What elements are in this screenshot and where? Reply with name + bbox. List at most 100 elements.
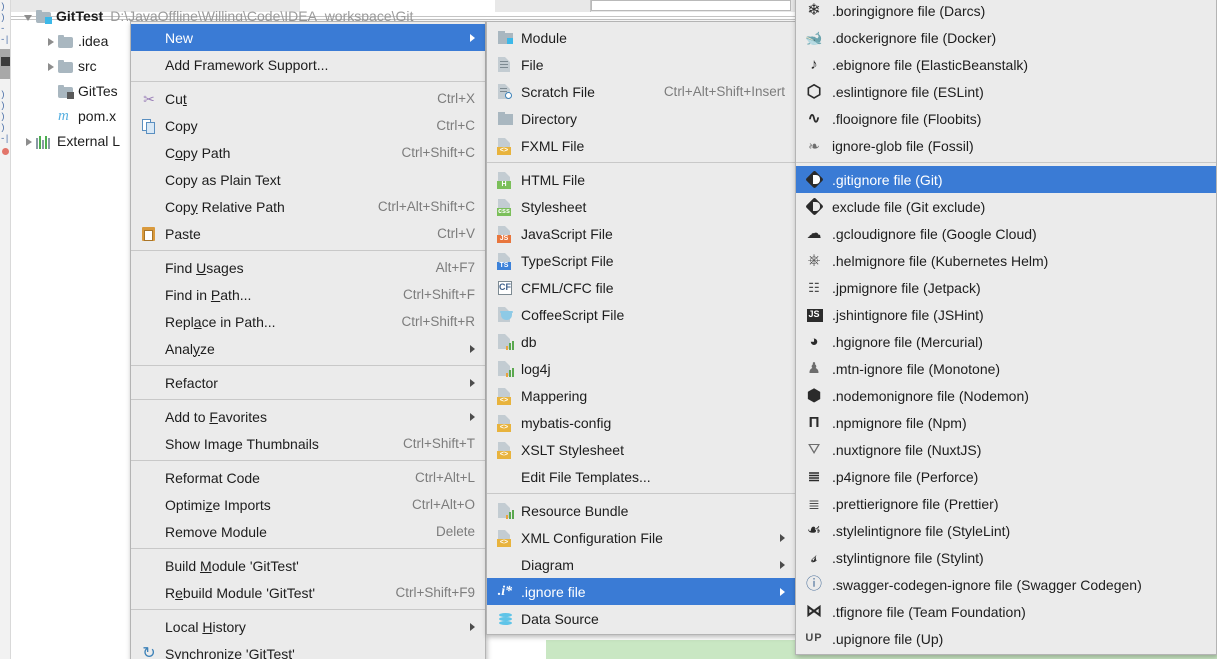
menu-item-shortcut: Ctrl+Alt+Shift+C	[377, 199, 475, 214]
menu-item-diagram[interactable]: Diagram	[487, 551, 795, 578]
menu-item-eslintignore-file-eslint[interactable]: ⬡ .eslintignore file (ESLint)	[796, 78, 1216, 105]
menu-item-synchronize-gittest[interactable]: ↻ Synchronize 'GitTest'	[131, 640, 485, 659]
menu-item-exclude-file-git-exclude[interactable]: exclude file (Git exclude)	[796, 193, 1216, 220]
submenu-arrow-icon	[470, 344, 475, 353]
menu-item-upignore-file-up[interactable]: UP .upignore file (Up)	[796, 625, 1216, 652]
menu-item-copy-path[interactable]: Copy Path Ctrl+Shift+C	[131, 139, 485, 166]
menu-item-find-usages[interactable]: Find Usages Alt+F7	[131, 254, 485, 281]
menu-item-remove-module[interactable]: Remove Module Delete	[131, 518, 485, 545]
menu-item-dockerignore-file-docker[interactable]: 🐋 .dockerignore file (Docker)	[796, 24, 1216, 51]
tree-twisty-open-icon[interactable]	[22, 10, 36, 24]
properties-file-icon	[495, 502, 515, 520]
menu-item-show-image-thumbnails[interactable]: Show Image Thumbnails Ctrl+Shift+T	[131, 430, 485, 457]
menu-item-xml-configuration-file[interactable]: <> XML Configuration File	[487, 524, 795, 551]
menu-item-gitignore-file-git[interactable]: .gitignore file (Git)	[796, 166, 1216, 193]
menu-item-rebuild-module-gittest[interactable]: Rebuild Module 'GitTest' Ctrl+Shift+F9	[131, 579, 485, 606]
menu-item-shortcut: Delete	[435, 524, 475, 539]
no-icon	[139, 56, 159, 74]
menu-item-npmignore-file-npm[interactable]: Π .npmignore file (Npm)	[796, 409, 1216, 436]
menu-item-tfignore-file-team-foundation[interactable]: ⋈ .tfignore file (Team Foundation)	[796, 598, 1216, 625]
xml-file-icon: <>	[495, 529, 515, 547]
menu-item-copy[interactable]: Copy Ctrl+C	[131, 112, 485, 139]
menu-item-fxml-file[interactable]: <> FXML File	[487, 132, 795, 159]
menu-item-boringignore-file-darcs[interactable]: ❄ .boringignore file (Darcs)	[796, 0, 1216, 24]
iml-file-icon	[58, 85, 74, 99]
menu-item-local-history[interactable]: Local History	[131, 613, 485, 640]
menu-item-add-to-favorites[interactable]: Add to Favorites	[131, 403, 485, 430]
menu-item-log4j[interactable]: log4j	[487, 355, 795, 382]
menu-item-shortcut: Ctrl+Shift+F	[402, 287, 475, 302]
menu-item-jpmignore-file-jetpack[interactable]: ☷ .jpmignore file (Jetpack)	[796, 274, 1216, 301]
menu-item-nodemonignore-file-nodemon[interactable]: ⬢ .nodemonignore file (Nodemon)	[796, 382, 1216, 409]
menu-item-p4ignore-file-perforce[interactable]: ≣ .p4ignore file (Perforce)	[796, 463, 1216, 490]
menu-item-file[interactable]: File	[487, 51, 795, 78]
no-icon	[139, 171, 159, 189]
menu-item-resource-bundle[interactable]: Resource Bundle	[487, 497, 795, 524]
menu-item-cfml-cfc-file[interactable]: CF CFML/CFC file	[487, 274, 795, 301]
menu-item-gcloudignore-file-google-cloud[interactable]: ☁ .gcloudignore file (Google Cloud)	[796, 220, 1216, 247]
menu-item-reformat-code[interactable]: Reformat Code Ctrl+Alt+L	[131, 464, 485, 491]
menu-item-label: .prettierignore file (Prettier)	[832, 495, 999, 512]
menu-item-mtn-ignore-file-monotone[interactable]: ♟ .mtn-ignore file (Monotone)	[796, 355, 1216, 382]
tree-twisty-closed-icon[interactable]	[22, 135, 36, 149]
menu-item-directory[interactable]: Directory	[487, 105, 795, 132]
menu-item-swagger-codegen-ignore-file-swagger-codegen[interactable]: ⓘ .swagger-codegen-ignore file (Swagger C…	[796, 571, 1216, 598]
menu-item-build-module-gittest[interactable]: Build Module 'GitTest'	[131, 552, 485, 579]
menu-item-stylelintignore-file-stylelint[interactable]: ☙ .stylelintignore file (StyleLint)	[796, 517, 1216, 544]
menu-item-xslt-stylesheet[interactable]: <> XSLT Stylesheet	[487, 436, 795, 463]
editor-gutter-strip[interactable]: ) ) - -| ) ) ) ) -|	[0, 0, 11, 659]
menu-item-ignore-glob-file-fossil[interactable]: ❧ ignore-glob file (Fossil)	[796, 132, 1216, 159]
menu-item-mappering[interactable]: <> Mappering	[487, 382, 795, 409]
ignore-file-submenu[interactable]: ❄ .boringignore file (Darcs) 🐋 .dockerignor…	[795, 0, 1217, 655]
gutter-bookmark-icon[interactable]	[1, 57, 10, 66]
menu-item-stylintignore-file-stylint[interactable]: 𝓼 .stylintignore file (Stylint)	[796, 544, 1216, 571]
menu-item-label: File	[521, 56, 544, 73]
html-file-icon: H	[495, 171, 515, 189]
menu-item-javascript-file[interactable]: JS JavaScript File	[487, 220, 795, 247]
menu-item-flooignore-file-floobits[interactable]: ∿ .flooignore file (Floobits)	[796, 105, 1216, 132]
menu-item-typescript-file[interactable]: TS TypeScript File	[487, 247, 795, 274]
menu-item-module[interactable]: Module	[487, 24, 795, 51]
directory-icon	[495, 110, 515, 128]
gutter-line-fragment: -|	[0, 134, 10, 144]
menu-item-label: .nuxtignore file (NuxtJS)	[832, 441, 982, 458]
menu-item-copy-relative-path[interactable]: Copy Relative Path Ctrl+Alt+Shift+C	[131, 193, 485, 220]
tree-twisty-closed-icon[interactable]	[44, 35, 58, 49]
menu-item-stylesheet[interactable]: css Stylesheet	[487, 193, 795, 220]
gutter-breakpoint-icon[interactable]	[2, 148, 9, 155]
menu-item-ignore-file[interactable]: .i* .ignore file	[487, 578, 795, 605]
menu-item-replace-in-path[interactable]: Replace in Path... Ctrl+Shift+R	[131, 308, 485, 335]
menu-item-analyze[interactable]: Analyze	[131, 335, 485, 362]
menu-item-hgignore-file-mercurial[interactable]: ◕ .hgignore file (Mercurial)	[796, 328, 1216, 355]
sync-icon: ↻	[142, 644, 156, 659]
menu-item-find-in-path[interactable]: Find in Path... Ctrl+Shift+F	[131, 281, 485, 308]
menu-item-coffeescript-file[interactable]: CoffeeScript File	[487, 301, 795, 328]
tree-twisty-closed-icon[interactable]	[44, 60, 58, 74]
menu-item-label: Mappering	[521, 387, 588, 404]
menu-item-label: .boringignore file (Darcs)	[832, 2, 986, 19]
menu-item-html-file[interactable]: H HTML File	[487, 166, 795, 193]
menu-item-scratch-file[interactable]: Scratch File Ctrl+Alt+Shift+Insert	[487, 78, 795, 105]
menu-item-optimize-imports[interactable]: Optimize Imports Ctrl+Alt+O	[131, 491, 485, 518]
menu-item-jshintignore-file-jshint[interactable]: JS .jshintignore file (JSHint)	[796, 301, 1216, 328]
context-menu[interactable]: New Add Framework Support... ✂ Cut Ctrl+X Cop…	[130, 21, 486, 659]
menu-item-label: Copy as Plain Text	[165, 171, 281, 188]
menu-item-helmignore-file-kubernetes-helm[interactable]: ⎈ .helmignore file (Kubernetes Helm)	[796, 247, 1216, 274]
menu-item-copy-as-plain-text[interactable]: Copy as Plain Text	[131, 166, 485, 193]
menu-item-nuxtignore-file-nuxtjs[interactable]: ⛛ .nuxtignore file (NuxtJS)	[796, 436, 1216, 463]
no-icon	[495, 556, 515, 574]
new-submenu[interactable]: Module File Scratch File Ctrl+Alt+Shift+Ins…	[486, 21, 796, 635]
menu-item-paste[interactable]: Paste Ctrl+V	[131, 220, 485, 247]
menu-item-mybatis-config[interactable]: <> mybatis-config	[487, 409, 795, 436]
menu-item-new[interactable]: New	[131, 24, 485, 51]
menu-item-add-framework-support[interactable]: Add Framework Support...	[131, 51, 485, 78]
menu-item-ebignore-file-elasticbeanstalk[interactable]: ♪ .ebignore file (ElasticBeanstalk)	[796, 51, 1216, 78]
menu-item-db[interactable]: db	[487, 328, 795, 355]
toolbar-search-box[interactable]	[591, 0, 791, 11]
menu-item-label: Reformat Code	[165, 469, 260, 486]
menu-item-refactor[interactable]: Refactor	[131, 369, 485, 396]
menu-item-data-source[interactable]: Data Source	[487, 605, 795, 632]
menu-item-prettierignore-file-prettier[interactable]: ≣ .prettierignore file (Prettier)	[796, 490, 1216, 517]
menu-item-edit-file-templates[interactable]: Edit File Templates...	[487, 463, 795, 490]
menu-item-cut[interactable]: ✂ Cut Ctrl+X	[131, 85, 485, 112]
